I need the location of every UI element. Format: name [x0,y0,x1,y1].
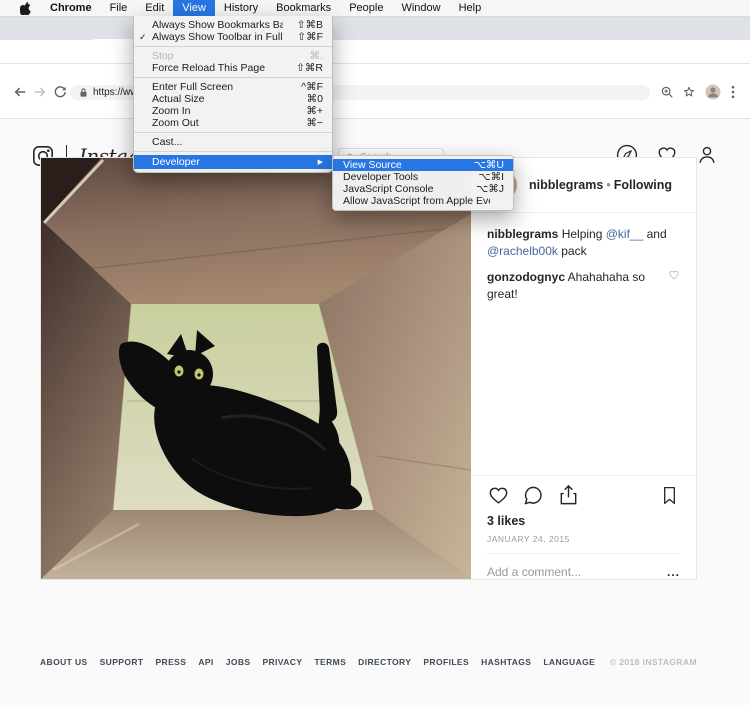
menu-separator [134,132,332,133]
view-menu-dropdown: Always Show Bookmarks Bar⇧⌘B ✓Always Sho… [133,16,333,173]
tab-bar: Nibbler the cat [0,17,750,40]
menubar-item-window[interactable]: Window [392,0,449,16]
bookmark-star-icon[interactable] [682,85,696,99]
comment-bubble-icon[interactable] [522,484,545,507]
checkmark-icon: ✓ [139,32,152,43]
more-options-button[interactable]: ... [667,565,680,579]
menubar-item-view[interactable]: View [173,0,215,16]
padlock-icon [79,87,88,98]
menu-item-stop: Stop⌘. [134,50,332,62]
footer-link-terms[interactable]: TERMS [314,657,346,667]
menubar-item-people[interactable]: People [340,0,392,16]
profile-person-icon[interactable] [696,144,718,166]
comment-2-username[interactable]: gonzodognyc [487,270,565,284]
comment-1-text-2: and [643,227,666,241]
chrome-menu-dots-icon[interactable] [731,85,735,99]
zoom-page-icon[interactable] [660,85,674,99]
profile-avatar-button[interactable] [705,84,721,100]
menubar-item-help[interactable]: Help [450,0,491,16]
menubar-item-file[interactable]: File [101,0,137,16]
forward-button[interactable] [33,85,47,99]
post-actions: 3 likes JANUARY 24, 2015 [471,475,696,544]
reload-button[interactable] [53,85,67,99]
username-bullet: • [603,178,613,192]
comment-1-text-3: pack [558,244,587,258]
submenu-item-view-source[interactable]: View Source⌥⌘U [333,159,513,171]
apple-menu-icon[interactable] [10,0,41,16]
post-username[interactable]: nibblegrams [529,178,603,192]
footer-link-hashtags[interactable]: HASHTAGS [481,657,531,667]
comment-2: gonzodognyc Ahahahaha so great! [487,269,680,303]
back-button[interactable] [13,85,27,99]
add-comment-bar[interactable]: Add a comment... ... [487,553,680,579]
mention-link-rachelb00k[interactable]: @rachelb00k [487,244,558,258]
share-upload-icon[interactable] [557,484,580,507]
footer-link-about-us[interactable]: ABOUT US [40,657,88,667]
submenu-item-allow-javascript-apple-events[interactable]: Allow JavaScript from Apple Events [333,195,513,207]
instagram-footer: ABOUT US SUPPORT PRESS API JOBS PRIVACY … [40,657,697,667]
post-side-panel: nibblegrams•Following nibblegrams Helpin… [471,158,696,579]
likes-count[interactable]: 3 likes [487,514,680,528]
copyright-text: © 2018 INSTAGRAM [610,657,697,667]
menu-item-force-reload[interactable]: Force Reload This Page⇧⌘R [134,62,332,74]
footer-link-language[interactable]: LANGUAGE [543,657,595,667]
menu-item-zoom-in[interactable]: Zoom In⌘+ [134,105,332,117]
submenu-arrow-icon: ▶ [318,158,323,166]
menu-item-always-show-toolbar[interactable]: ✓Always Show Toolbar in Full Screen⇧⌘F [134,31,332,43]
add-comment-placeholder[interactable]: Add a comment... [487,565,581,579]
submenu-item-developer-tools[interactable]: Developer Tools⌥⌘I [333,171,513,183]
like-heart-icon[interactable] [487,484,510,507]
menu-item-developer[interactable]: Developer▶ [134,155,332,169]
post-photo-cat-in-box[interactable] [41,158,471,579]
developer-submenu: View Source⌥⌘U Developer Tools⌥⌘I JavaSc… [332,155,514,211]
menu-separator [134,77,332,78]
post-date: JANUARY 24, 2015 [487,534,680,544]
footer-link-directory[interactable]: DIRECTORY [358,657,411,667]
mention-link-kif[interactable]: @kif__ [606,227,644,241]
footer-link-support[interactable]: SUPPORT [100,657,144,667]
menu-item-always-show-bookmarks-bar[interactable]: Always Show Bookmarks Bar⇧⌘B [134,19,332,31]
menubar-item-edit[interactable]: Edit [136,0,173,16]
comment-1: nibblegrams Helping @kif__ and @rachelb0… [487,226,680,260]
screen: Instagram [0,0,750,705]
menu-separator [134,46,332,47]
following-button[interactable]: Following [614,178,672,192]
url-text: https://ww [93,87,137,98]
footer-link-privacy[interactable]: PRIVACY [262,657,302,667]
comment-1-username[interactable]: nibblegrams [487,227,558,241]
footer-link-jobs[interactable]: JOBS [226,657,251,667]
comments-section: nibblegrams Helping @kif__ and @rachelb0… [471,213,696,303]
menubar-item-chrome[interactable]: Chrome [41,0,101,16]
menubar-item-bookmarks[interactable]: Bookmarks [267,0,340,16]
comment-1-text: Helping [558,227,605,241]
footer-link-api[interactable]: API [198,657,213,667]
bookmark-icon[interactable] [659,485,680,506]
footer-link-press[interactable]: PRESS [155,657,186,667]
menu-separator [134,151,332,152]
menu-item-zoom-out[interactable]: Zoom Out⌘− [134,117,332,129]
menu-item-enter-full-screen[interactable]: Enter Full Screen^⌘F [134,81,332,93]
menubar-item-history[interactable]: History [215,0,267,16]
browser-toolbar: https://ww [0,40,750,64]
macos-menu-bar: Chrome File Edit View History Bookmarks … [0,0,750,17]
footer-link-profiles[interactable]: PROFILES [423,657,469,667]
comment-like-heart-icon[interactable] [668,269,680,281]
post-card: nibblegrams•Following nibblegrams Helpin… [40,157,697,580]
submenu-item-javascript-console[interactable]: JavaScript Console⌥⌘J [333,183,513,195]
menu-item-cast[interactable]: Cast... [134,136,332,148]
menu-item-actual-size[interactable]: Actual Size⌘0 [134,93,332,105]
